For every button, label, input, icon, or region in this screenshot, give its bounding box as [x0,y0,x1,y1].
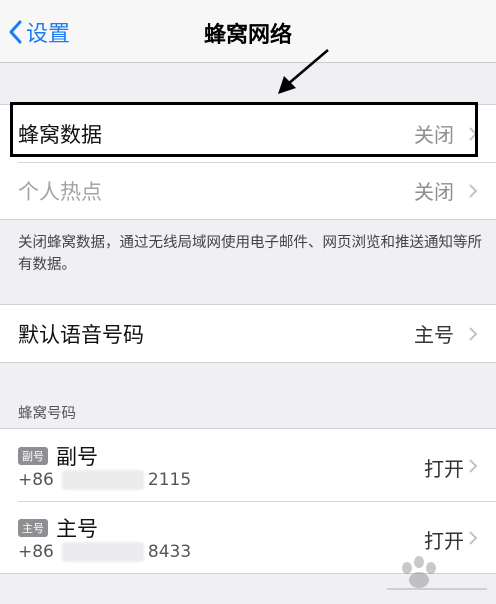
navigation-bar: 设置 蜂窝网络 [0,0,496,63]
redacted-block [61,542,144,562]
voice-group: 默认语音号码 主号 [0,304,496,363]
sim-row-secondary[interactable]: 副号 副号 +86 2115 打开 [0,429,496,501]
cellular-group: 蜂窝数据 关闭 个人热点 关闭 [0,104,496,220]
sim-number: +86 2115 [18,470,191,490]
chevron-right-icon [469,326,478,341]
chevron-right-icon [469,459,478,473]
default-voice-row[interactable]: 默认语音号码 主号 [0,305,496,362]
sim-number: +86 8433 [18,542,191,562]
cellular-footnote: 关闭蜂窝数据，通过无线局域网使用电子邮件、网页浏览和推送通知等所有数据。 [18,235,482,273]
redacted-block [61,470,144,490]
cellular-data-value: 关闭 [414,123,454,147]
sim-badge: 副号 [18,447,48,465]
sim-status: 打开 [424,529,464,553]
sim-name: 主号 [56,517,98,541]
sim-badge: 主号 [18,519,48,537]
chevron-right-icon [469,183,478,198]
annotation-arrow-icon [278,49,329,94]
sim-status: 打开 [424,457,464,481]
personal-hotspot-row[interactable]: 个人热点 关闭 [0,162,496,219]
watermark-logo-icon [387,556,487,590]
sims-section-header: 蜂窝号码 [18,406,76,422]
chevron-right-icon [469,126,478,141]
personal-hotspot-value: 关闭 [414,180,454,204]
sim-number-prefix: +86 [18,542,54,562]
cellular-data-row[interactable]: 蜂窝数据 关闭 [0,105,496,162]
chevron-right-icon [469,531,478,545]
default-voice-label: 默认语音号码 [18,322,144,347]
sim-name: 副号 [56,445,98,469]
default-voice-value: 主号 [414,323,454,347]
page-title: 蜂窝网络 [203,23,292,48]
sim-number-suffix: 8433 [147,542,192,562]
cellular-data-label: 蜂窝数据 [18,122,102,147]
sim-number-prefix: +86 [18,470,54,490]
personal-hotspot-label: 个人热点 [18,179,102,204]
sim-number-suffix: 2115 [147,470,192,490]
